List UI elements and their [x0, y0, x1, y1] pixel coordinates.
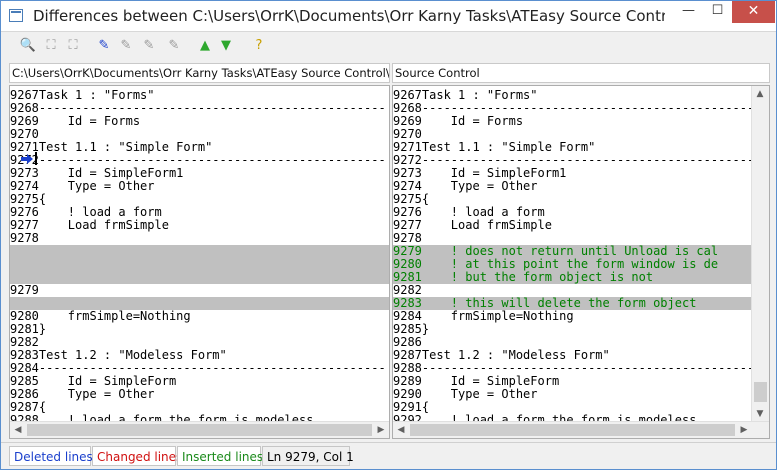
left-code-line[interactable]: 9277 Load frmSimple	[10, 219, 389, 232]
scroll-right-icon[interactable]: ▶	[736, 422, 752, 438]
left-pane[interactable]: 9267Task 1 : "Forms" 9268----------------…	[9, 85, 390, 439]
changed-lines-legend: Changed lines	[92, 446, 182, 466]
left-file-path: C:\Users\OrrK\Documents\Orr Karny Tasks\…	[9, 63, 390, 83]
left-code-view[interactable]: 9267Task 1 : "Forms" 9268----------------…	[10, 86, 389, 422]
right-horizontal-scrollbar[interactable]: ◀ ▶	[393, 421, 769, 438]
scroll-right-icon[interactable]: ▶	[373, 422, 389, 438]
diff-window: Differences between C:\Users\OrrK\Docume…	[0, 0, 777, 470]
next-change-icon[interactable]: ✎	[140, 37, 158, 55]
previous-change-icon[interactable]: ✎	[165, 37, 183, 55]
find-icon[interactable]: 🔍	[19, 37, 37, 55]
left-code-line[interactable]: 9279	[10, 284, 389, 297]
left-code-line[interactable]: 9281}	[10, 323, 389, 336]
left-code-line[interactable]	[10, 245, 389, 258]
left-horizontal-scrollbar[interactable]: ◀ ▶	[10, 421, 389, 438]
left-code-line[interactable]	[10, 271, 389, 284]
left-code-line[interactable]: 9286 Type = Other	[10, 388, 389, 401]
previous-difference-icon[interactable]: ✎	[117, 37, 135, 55]
right-code-view[interactable]: 9267Task 1 : "Forms" 9268----------------…	[393, 86, 752, 422]
scroll-down-icon[interactable]: ▼	[752, 406, 768, 422]
right-code-line[interactable]: 9269 Id = Forms	[393, 115, 752, 128]
find-next-icon[interactable]: ⛶	[42, 37, 60, 55]
window-title: Differences between C:\Users\OrrK\Docume…	[33, 7, 665, 25]
title-bar: Differences between C:\Users\OrrK\Docume…	[1, 1, 776, 32]
right-pane[interactable]: 9267Task 1 : "Forms" 9268----------------…	[392, 85, 770, 439]
pane-headers: C:\Users\OrrK\Documents\Orr Karny Tasks\…	[1, 62, 776, 84]
app-icon	[9, 9, 23, 22]
scroll-up-icon[interactable]: ▲	[752, 86, 768, 102]
left-code-line[interactable]: 9269 Id = Forms	[10, 115, 389, 128]
right-file-path: Source Control	[392, 63, 770, 83]
maximize-button[interactable]: ☐	[703, 1, 732, 23]
minimize-button[interactable]: —	[674, 1, 703, 23]
right-scroll-thumb[interactable]	[754, 382, 767, 402]
scroll-left-icon[interactable]: ◀	[393, 422, 409, 438]
find-previous-icon[interactable]: ⛶	[64, 37, 82, 55]
left-code-line[interactable]	[10, 258, 389, 271]
down-arrow-icon[interactable]: ▼	[217, 37, 235, 55]
text-caret	[35, 152, 37, 165]
toolbar: 🔍 ⛶ ⛶ ✎ ✎ ✎ ✎ ▲ ▼?	[1, 32, 776, 60]
deleted-lines-legend: Deleted lines	[9, 446, 93, 466]
close-button[interactable]: ✕	[732, 1, 775, 23]
right-code-line[interactable]: 9290 Type = Other	[393, 388, 752, 401]
right-scroll-thumb-h[interactable]	[410, 424, 735, 436]
right-code-line[interactable]: 9285}	[393, 323, 752, 336]
right-code-line[interactable]: 9281 ! but the form object is not	[393, 271, 752, 284]
scroll-left-icon[interactable]: ◀	[10, 422, 26, 438]
right-code-line[interactable]: 9284 frmSimple=Nothing	[393, 310, 752, 323]
left-code-line[interactable]: 9280 frmSimple=Nothing	[10, 310, 389, 323]
next-difference-icon[interactable]: ✎	[95, 37, 113, 55]
current-difference-arrow-icon	[21, 154, 33, 164]
right-code-line[interactable]: 9277 Load frmSimple	[393, 219, 752, 232]
up-arrow-icon[interactable]: ▲	[196, 37, 214, 55]
left-scroll-thumb[interactable]	[27, 424, 372, 436]
right-vertical-scrollbar[interactable]: ▲ ▼	[751, 86, 769, 422]
inserted-lines-legend: Inserted lines	[177, 446, 263, 466]
left-code-line[interactable]: 9278	[10, 232, 389, 245]
status-bar: Deleted lines Changed lines Inserted lin…	[1, 442, 776, 469]
right-code-line[interactable]: 9274 Type = Other	[393, 180, 752, 193]
cursor-position: Ln 9279, Col 1	[262, 446, 354, 466]
help-icon[interactable]: ?	[250, 37, 268, 55]
left-code-line[interactable]: 9274 Type = Other	[10, 180, 389, 193]
